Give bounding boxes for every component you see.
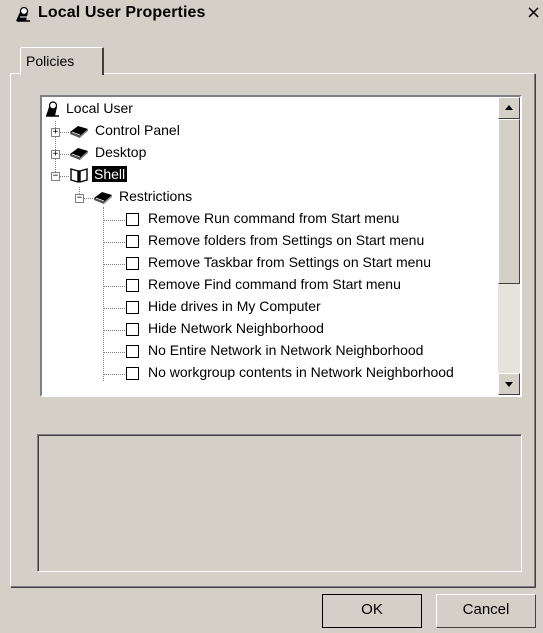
collapse-icon[interactable]: − [51, 172, 60, 181]
policy-label: Remove Run command from Start menu [148, 210, 400, 226]
policy-item[interactable]: Remove Run command from Start menu [126, 209, 496, 230]
local-user-properties-dialog: Local User Properties × Policies Local U… [0, 0, 543, 633]
tree-line [103, 352, 125, 353]
scroll-down-button[interactable] [498, 373, 520, 395]
policy-checkbox[interactable] [126, 301, 139, 314]
collapse-icon[interactable]: − [75, 194, 84, 203]
policy-label: Remove folders from Settings on Start me… [148, 232, 425, 248]
expand-icon[interactable]: + [51, 150, 60, 159]
policy-checkbox[interactable] [126, 257, 139, 270]
policy-item[interactable]: No Entire Network in Network Neighborhoo… [126, 341, 496, 362]
tree-line [103, 264, 125, 265]
tree-item-shell[interactable]: − Shell [42, 165, 342, 186]
close-button[interactable]: × [526, 3, 543, 23]
tree-root-label: Local User [66, 100, 133, 116]
policy-tree[interactable]: Local User + Control Panel + Desktop − S… [40, 95, 522, 397]
title-bar[interactable]: Local User Properties × [0, 1, 543, 28]
cancel-button[interactable]: Cancel [436, 594, 536, 628]
arrow-down-icon [505, 382, 513, 387]
policy-item[interactable]: Remove folders from Settings on Start me… [126, 231, 496, 252]
tree-line [103, 286, 125, 287]
book-closed-icon [70, 148, 88, 160]
tree-item-restrictions[interactable]: − Restrictions [42, 187, 342, 208]
tree-item-desktop[interactable]: + Desktop [42, 143, 342, 164]
policy-tree-content: Local User + Control Panel + Desktop − S… [42, 97, 498, 395]
tree-item-control-panel[interactable]: + Control Panel [42, 121, 342, 142]
scroll-thumb[interactable] [498, 119, 520, 284]
tab-policies-label: Policies [26, 53, 75, 69]
policy-item[interactable]: No workgroup contents in Network Neighbo… [126, 363, 498, 384]
policy-checkbox[interactable] [126, 323, 139, 336]
policy-label: No workgroup contents in Network Neighbo… [148, 364, 454, 380]
policy-description-inner [38, 435, 521, 571]
policy-item[interactable]: Hide drives in My Computer [126, 297, 496, 318]
policy-item[interactable]: Hide Network Neighborhood [126, 319, 496, 340]
policy-item[interactable]: Remove Taskbar from Settings on Start me… [126, 253, 496, 274]
policy-label: Hide drives in My Computer [148, 298, 321, 314]
arrow-up-icon [505, 105, 513, 110]
policy-label: Remove Taskbar from Settings on Start me… [148, 254, 431, 270]
window-title: Local User Properties [38, 4, 206, 21]
scroll-up-button[interactable] [498, 97, 520, 119]
tree-line [103, 374, 125, 375]
tree-item-label-selected: Shell [92, 166, 128, 182]
policy-checkbox[interactable] [126, 345, 139, 358]
tree-line [103, 220, 125, 221]
tree-line [103, 330, 125, 331]
policy-checkbox[interactable] [126, 367, 139, 380]
tree-line [103, 242, 125, 243]
policy-label: Remove Find command from Start menu [148, 276, 401, 292]
tree-line [103, 308, 125, 309]
policy-checkbox[interactable] [126, 235, 139, 248]
expand-icon[interactable]: + [51, 128, 60, 137]
book-closed-icon [94, 192, 112, 204]
policy-label: Hide Network Neighborhood [148, 320, 324, 336]
tree-item-label: Control Panel [95, 122, 180, 138]
book-open-icon [70, 168, 88, 183]
policy-description-box [37, 434, 522, 572]
tree-item-label: Restrictions [119, 188, 193, 204]
book-closed-icon [70, 126, 88, 138]
tab-policies[interactable]: Policies [20, 47, 104, 75]
policy-checkbox[interactable] [126, 279, 139, 292]
local-user-icon [46, 101, 59, 117]
ok-button[interactable]: OK [322, 594, 422, 628]
tree-root-local-user[interactable]: Local User [42, 99, 342, 120]
policy-label: No Entire Network in Network Neighborhoo… [148, 342, 424, 358]
tree-item-label: Desktop [95, 144, 147, 160]
local-user-icon [16, 6, 30, 22]
tree-line [103, 207, 104, 381]
policy-checkbox[interactable] [126, 213, 139, 226]
policy-item[interactable]: Remove Find command from Start menu [126, 275, 496, 296]
vertical-scrollbar[interactable] [498, 97, 520, 395]
